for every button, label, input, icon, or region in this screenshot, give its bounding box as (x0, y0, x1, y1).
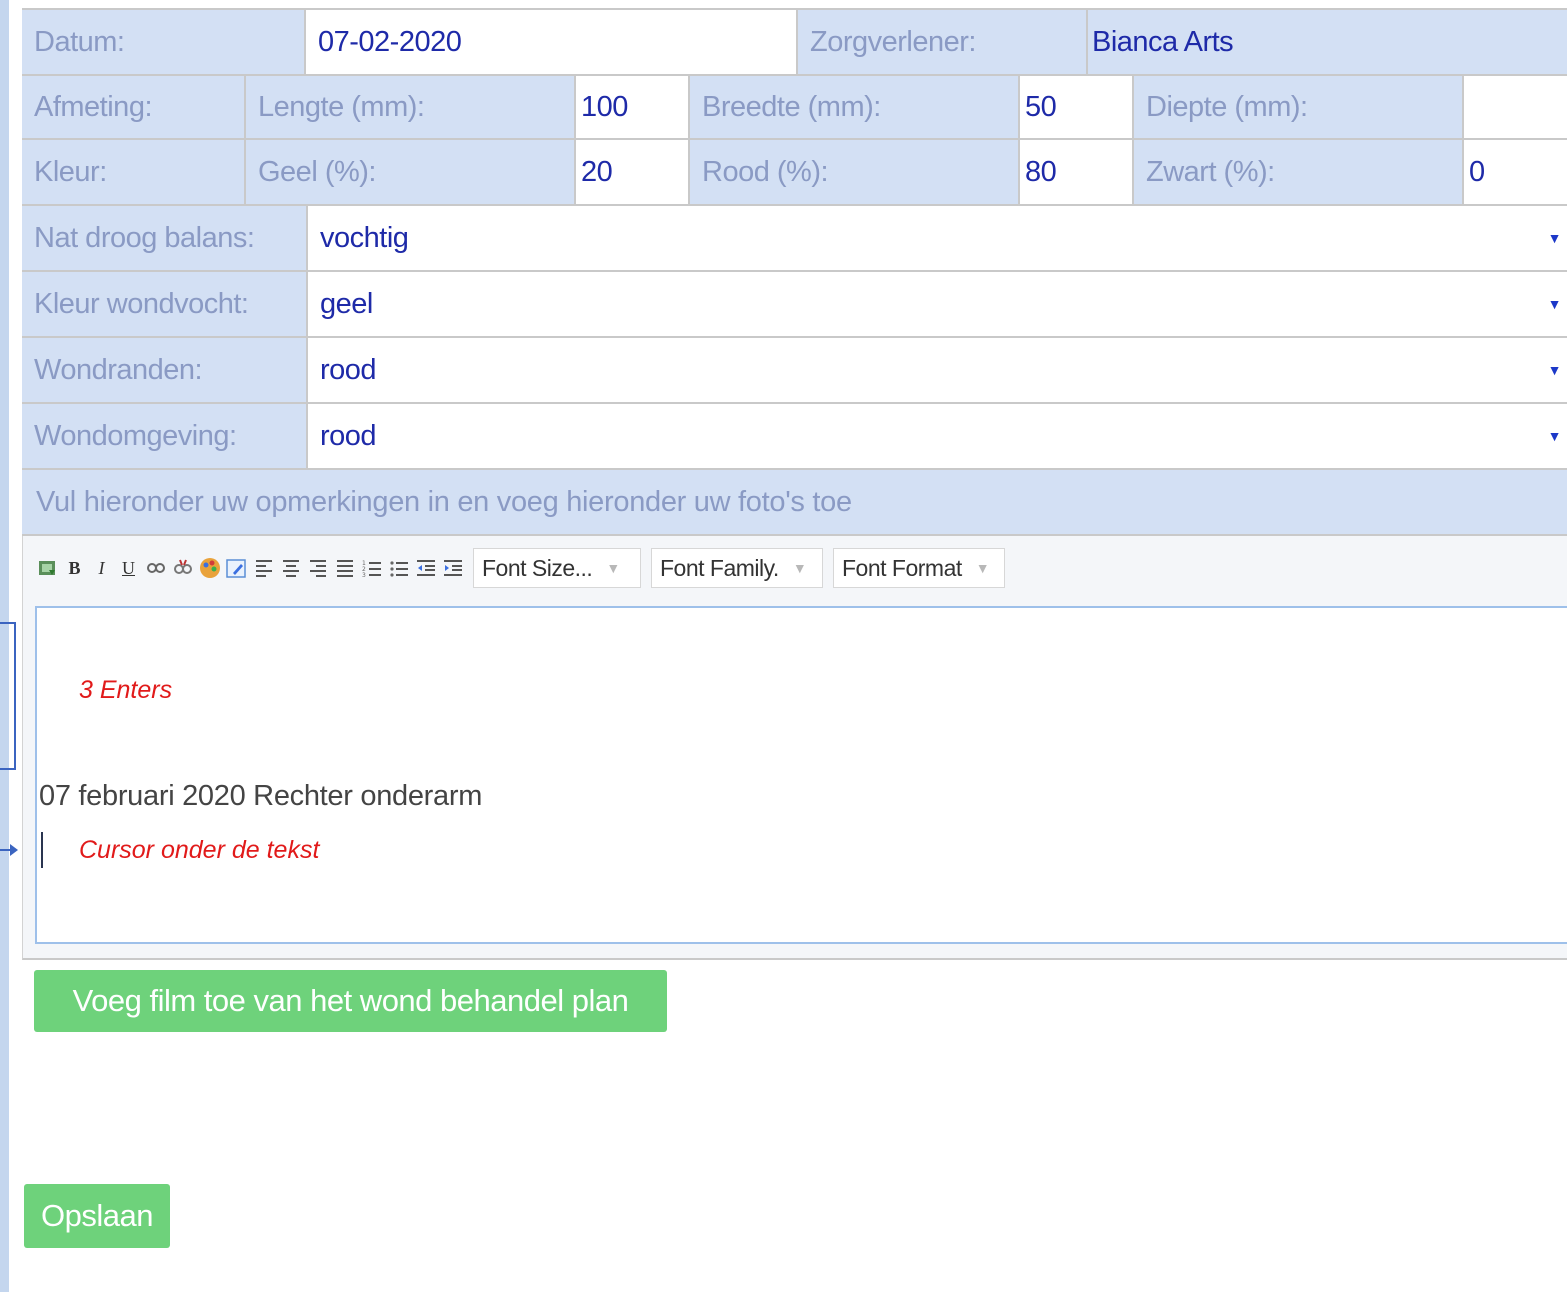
font-size-dropdown[interactable]: Font Size... ▼ (473, 548, 641, 588)
breedte-label: Breedte (mm): (688, 76, 1018, 138)
bold-button[interactable]: B (64, 557, 85, 579)
outdent-icon[interactable] (415, 557, 436, 579)
underline-button[interactable]: U (118, 557, 139, 579)
nat-droog-balans-value: vochtig (320, 221, 409, 254)
editor-toolbar: B I U 123 Font Size... ▼ Font Family. ▼ … (22, 536, 1567, 600)
afmeting-label: Afmeting: (22, 76, 244, 138)
diepte-label: Diepte (mm): (1132, 76, 1462, 138)
indent-icon[interactable] (442, 557, 463, 579)
align-right-icon[interactable] (307, 557, 328, 579)
insert-image-icon[interactable] (37, 557, 58, 579)
chevron-down-icon[interactable]: ▼ (1548, 230, 1562, 246)
diepte-input[interactable] (1462, 76, 1567, 138)
breedte-input[interactable]: 50 (1018, 76, 1132, 138)
chevron-down-icon: ▼ (975, 560, 990, 576)
zorgverlener-label: Zorgverlener: (796, 10, 1086, 74)
datum-value[interactable]: 07-02-2020 (304, 10, 796, 74)
wondomgeving-select[interactable]: rood ▼ (306, 404, 1567, 468)
rood-label: Rood (%): (688, 140, 1018, 204)
annotation-arrow-icon (0, 844, 18, 856)
lengte-label: Lengte (mm): (244, 76, 574, 138)
row-wondomgeving: Wondomgeving: rood ▼ (22, 404, 1567, 470)
unordered-list-icon[interactable] (388, 557, 409, 579)
chevron-down-icon: ▼ (792, 560, 807, 576)
datum-label: Datum: (22, 10, 304, 74)
zwart-label: Zwart (%): (1132, 140, 1462, 204)
kleur-wondvocht-label: Kleur wondvocht: (22, 272, 306, 336)
row-afmeting: Afmeting: Lengte (mm): 100 Breedte (mm):… (22, 76, 1567, 140)
wondomgeving-label: Wondomgeving: (22, 404, 306, 468)
italic-button[interactable]: I (91, 557, 112, 579)
row-datum: Datum: 07-02-2020 Zorgverlener: Bianca A… (22, 10, 1567, 76)
row-nat-droog-balans: Nat droog balans: vochtig ▼ (22, 206, 1567, 272)
wondomgeving-value: rood (320, 419, 377, 452)
geel-input[interactable]: 20 (574, 140, 688, 204)
kleur-wondvocht-value: geel (320, 287, 373, 320)
kleur-label: Kleur: (22, 140, 244, 204)
link-icon[interactable] (145, 557, 166, 579)
kleur-wondvocht-select[interactable]: geel ▼ (306, 272, 1567, 336)
wondranden-select[interactable]: rood ▼ (306, 338, 1567, 402)
row-kleur: Kleur: Geel (%): 20 Rood (%): 80 Zwart (… (22, 140, 1567, 206)
svg-text:3: 3 (362, 572, 366, 578)
font-format-label: Font Format (842, 554, 962, 581)
zorgverlener-value[interactable]: Bianca Arts (1086, 10, 1567, 74)
nat-droog-balans-select[interactable]: vochtig ▼ (306, 206, 1567, 270)
chevron-down-icon[interactable]: ▼ (1548, 362, 1562, 378)
chevron-down-icon[interactable]: ▼ (1548, 296, 1562, 312)
rood-input[interactable]: 80 (1018, 140, 1132, 204)
row-kleur-wondvocht: Kleur wondvocht: geel ▼ (22, 272, 1567, 338)
nat-droog-balans-label: Nat droog balans: (22, 206, 306, 270)
font-format-dropdown[interactable]: Font Format ▼ (833, 548, 1005, 588)
row-wondranden: Wondranden: rood ▼ (22, 338, 1567, 404)
save-button[interactable]: Opslaan (24, 1184, 170, 1248)
align-left-icon[interactable] (253, 557, 274, 579)
editor-content: 07 februari 2020 Rechter onderarm (39, 780, 483, 812)
ordered-list-icon[interactable]: 123 (361, 557, 382, 579)
font-size-label: Font Size... (482, 554, 593, 581)
editor-container: 3 Enters 07 februari 2020 Rechter ondera… (22, 600, 1567, 960)
align-center-icon[interactable] (280, 557, 301, 579)
align-justify-icon[interactable] (334, 557, 355, 579)
annotation-bracket (0, 622, 16, 770)
annotation-cursor: Cursor onder de tekst (79, 836, 320, 864)
color-palette-icon[interactable] (199, 557, 220, 579)
lengte-input[interactable]: 100 (574, 76, 688, 138)
font-family-dropdown[interactable]: Font Family. ▼ (651, 548, 823, 588)
unlink-icon[interactable] (172, 557, 193, 579)
chevron-down-icon[interactable]: ▼ (1548, 428, 1562, 444)
remarks-instruction: Vul hieronder uw opmerkingen in en voeg … (22, 470, 1567, 536)
annotation-enters: 3 Enters (79, 676, 173, 704)
geel-label: Geel (%): (244, 140, 574, 204)
zwart-input[interactable]: 0 (1462, 140, 1567, 204)
wondranden-label: Wondranden: (22, 338, 306, 402)
edit-source-icon[interactable] (226, 557, 247, 579)
wound-form: Datum: 07-02-2020 Zorgverlener: Bianca A… (22, 8, 1567, 960)
chevron-down-icon: ▼ (606, 560, 620, 576)
wondranden-value: rood (320, 353, 377, 386)
remarks-editor[interactable]: 3 Enters 07 februari 2020 Rechter ondera… (35, 606, 1567, 944)
text-cursor (41, 832, 43, 868)
add-film-button[interactable]: Voeg film toe van het wond behandel plan (34, 970, 667, 1032)
font-family-label: Font Family. (660, 554, 779, 581)
